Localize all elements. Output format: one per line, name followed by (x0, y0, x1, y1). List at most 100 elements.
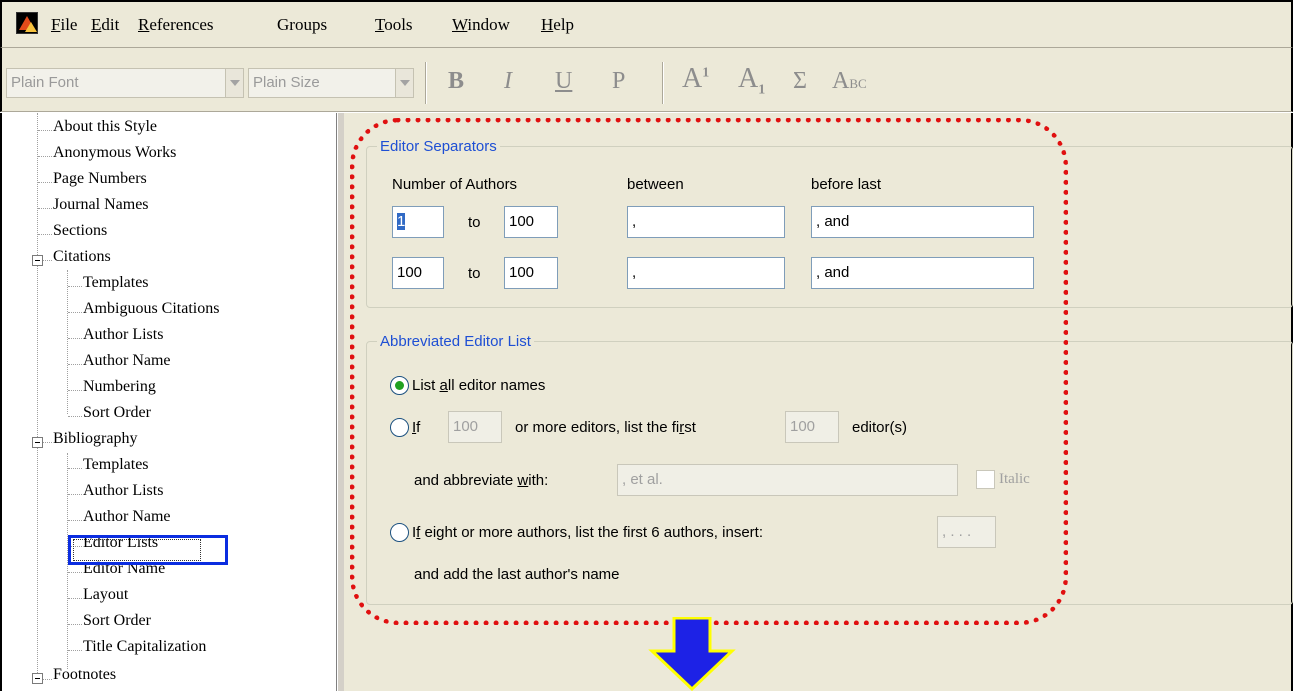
app-icon[interactable] (16, 12, 38, 34)
tree-connector (68, 364, 82, 365)
collapse-icon[interactable] (32, 255, 43, 266)
menu-window[interactable]: Window (452, 15, 510, 35)
tree-item[interactable]: Sort Order (83, 404, 151, 430)
tree-item-label: Sort Order (83, 612, 151, 629)
smallcaps-small: BC (849, 76, 867, 91)
down-arrow-icon (648, 617, 736, 691)
tree-item-label: Citations (53, 248, 111, 265)
tree-connector (68, 416, 82, 417)
format-toolbar: Plain Font Plain Size B I U P A1 A1 Σ AB… (0, 48, 1293, 112)
tree-item[interactable]: Author Lists (83, 326, 163, 352)
tree-item[interactable]: Templates (83, 274, 149, 300)
tree-connector (38, 234, 52, 235)
menu-references[interactable]: References (138, 15, 214, 35)
tree-item-label: Numbering (83, 378, 156, 395)
tree-item-label: Author Name (83, 352, 171, 369)
tree-item[interactable]: Layout (83, 586, 128, 612)
tree-item-label: Bibliography (53, 430, 138, 447)
chevron-down-icon[interactable] (225, 69, 243, 97)
tree-connector (68, 650, 82, 651)
font-select[interactable]: Plain Font (6, 68, 244, 98)
collapse-icon[interactable] (32, 437, 43, 448)
tree-item-label: Author Name (83, 508, 171, 525)
tree-item[interactable]: Numbering (83, 378, 156, 404)
style-tree: About this Style Anonymous Works Page Nu… (0, 113, 337, 691)
tree-item[interactable]: Author Name (83, 352, 171, 378)
tree-item-footnotes[interactable]: Footnotes (53, 666, 116, 691)
tree-item-citations[interactable]: Citations (53, 248, 111, 274)
tree-item[interactable]: Title Capitalization (83, 638, 206, 664)
tree-connector (68, 390, 82, 391)
tree-item[interactable]: Sections (53, 222, 107, 248)
superscript-mark: 1 (702, 65, 710, 81)
menu-help[interactable]: Help (541, 15, 574, 35)
chevron-down-icon[interactable] (395, 69, 413, 97)
tree-item[interactable]: Ambiguous Citations (83, 300, 219, 326)
size-select-value: Plain Size (253, 74, 320, 91)
toolbar-separator (425, 62, 427, 104)
smallcaps-big: A (832, 68, 850, 94)
font-select-value: Plain Font (11, 74, 79, 91)
menubar: File Edit References Groups Tools Window… (0, 0, 1293, 48)
tree-item-label: Layout (83, 586, 129, 603)
tree-item[interactable]: About this Style (53, 118, 157, 144)
tree-connector (68, 572, 82, 573)
tree-item-label: Footnotes (53, 666, 117, 683)
tree-item-label: Templates (83, 274, 149, 291)
tree-item[interactable]: Author Lists (83, 482, 163, 508)
tree-connector (68, 494, 82, 495)
tree-item[interactable]: Page Numbers (53, 170, 147, 196)
tree-item-label: Sort Order (83, 404, 151, 421)
tree-connector (38, 208, 52, 209)
tree-connector (68, 520, 82, 521)
down-arrow-shape (648, 617, 736, 691)
tree-item-label: Ambiguous Citations (83, 300, 220, 317)
tree-item[interactable]: Author Name (83, 508, 171, 534)
tree-connector (68, 468, 82, 469)
tree-item-label: Sections (53, 222, 108, 239)
plain-button[interactable]: P (612, 68, 625, 95)
tree-item[interactable]: Anonymous Works (53, 144, 176, 170)
tree-connector (38, 156, 52, 157)
tree-item-label: Author Lists (83, 482, 164, 499)
tree-connector (68, 312, 82, 313)
highlight-callout-frame (350, 118, 1068, 625)
tree-item-label: Title Capitalization (83, 638, 207, 655)
tree-item[interactable]: Journal Names (53, 196, 149, 222)
menu-edit[interactable]: Edit (91, 15, 119, 35)
tree-connector (67, 270, 68, 414)
tree-connector (38, 130, 52, 131)
bold-button[interactable]: B (448, 68, 464, 95)
toolbar-separator (662, 62, 664, 104)
italic-button[interactable]: I (504, 68, 512, 95)
tree-item-label: Page Numbers (53, 170, 147, 187)
menu-tools[interactable]: Tools (375, 15, 413, 35)
menu-file[interactable]: File (51, 15, 77, 35)
subscript-base: A (738, 63, 759, 94)
tree-connector (68, 286, 82, 287)
tree-item[interactable]: Sort Order (83, 612, 151, 638)
superscript-base: A (682, 63, 703, 94)
tree-item-label: About this Style (53, 118, 158, 135)
selection-callout-box (68, 535, 228, 565)
underline-button[interactable]: U (555, 68, 572, 95)
subscript-button[interactable]: A1 (738, 63, 765, 99)
tree-connector (68, 598, 82, 599)
tree-connector (37, 113, 38, 679)
menu-groups[interactable]: Groups (277, 15, 327, 35)
tree-item-label: Journal Names (53, 196, 149, 213)
tree-connector (68, 338, 82, 339)
smallcaps-button[interactable]: ABC (832, 68, 867, 95)
collapse-icon[interactable] (32, 673, 43, 684)
tree-connector (38, 182, 52, 183)
tree-item-label: Templates (83, 456, 149, 473)
tree-item-label: Author Lists (83, 326, 164, 343)
tree-connector (68, 624, 82, 625)
subscript-mark: 1 (758, 82, 766, 98)
size-select[interactable]: Plain Size (248, 68, 414, 98)
tree-item-bibliography[interactable]: Bibliography (53, 430, 137, 456)
symbol-button[interactable]: Σ (793, 68, 807, 95)
tree-item[interactable]: Templates (83, 456, 149, 482)
superscript-button[interactable]: A1 (682, 63, 709, 95)
tree-item-label: Anonymous Works (53, 144, 177, 161)
